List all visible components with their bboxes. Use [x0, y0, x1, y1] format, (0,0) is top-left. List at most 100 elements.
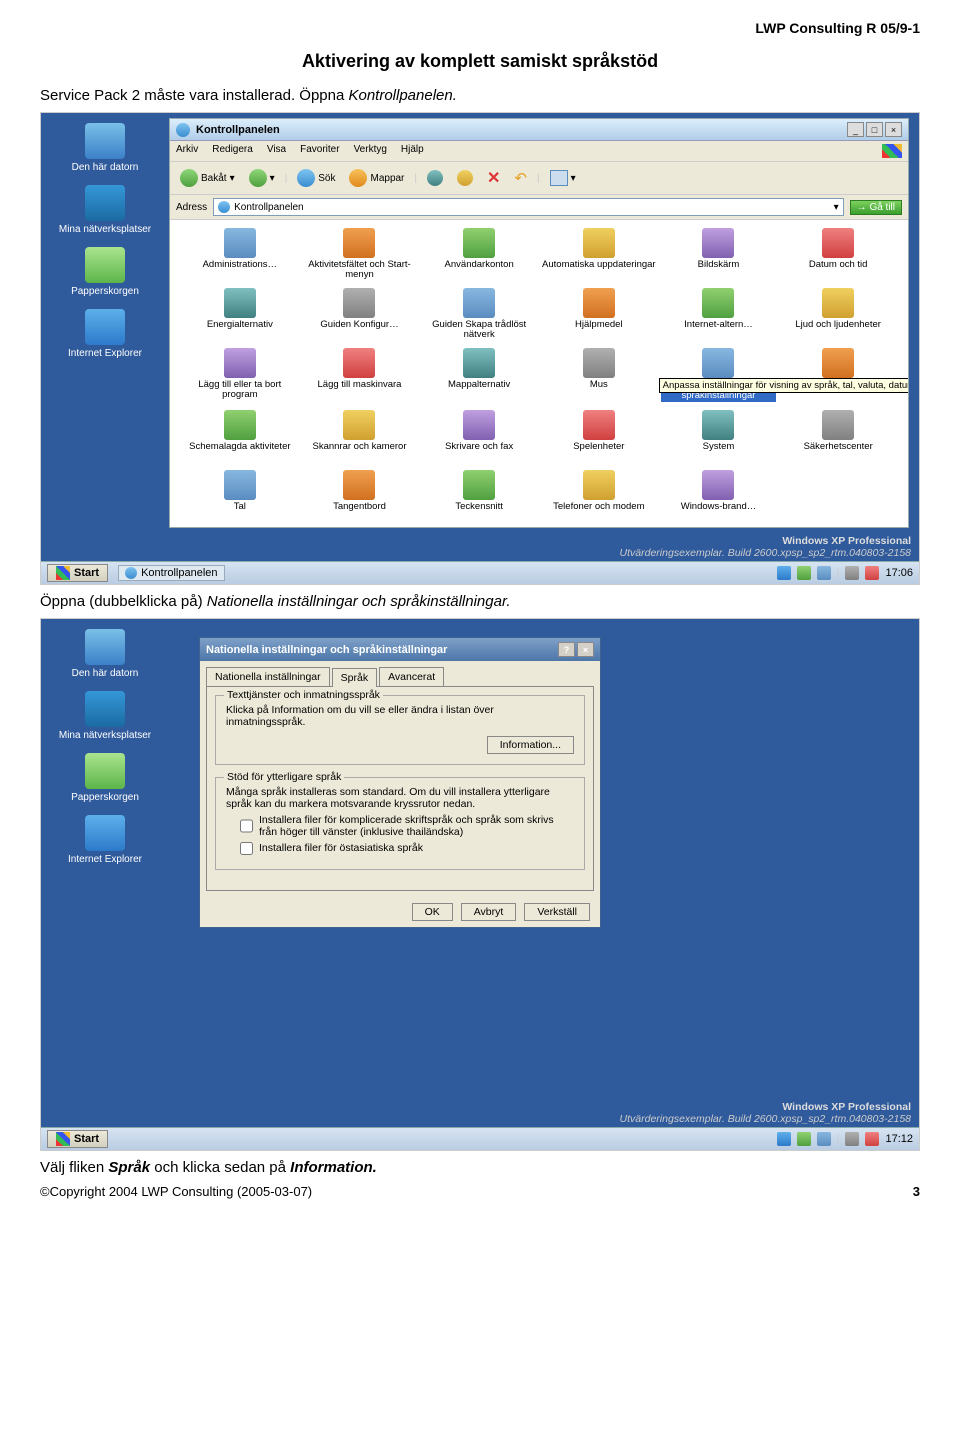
regional-icon	[702, 348, 734, 378]
cp-item[interactable]: Lägg till eller ta bort program	[180, 346, 300, 404]
cp-item[interactable]: Mus	[539, 346, 659, 404]
instruction-1: Service Pack 2 måste vara installerad. Ö…	[40, 87, 920, 104]
tray-ie-icon[interactable]	[777, 566, 791, 580]
cp-item[interactable]: Schemalagda aktiviteter	[180, 408, 300, 464]
cp-item-nationella[interactable]: Nationella inställningar och språkinstäl…	[659, 346, 779, 404]
cp-item[interactable]: Administrations…	[180, 226, 300, 282]
cp-item[interactable]: Datum och tid	[778, 226, 898, 282]
move-icon	[427, 170, 443, 186]
desktop-recycle[interactable]: Papperskorgen	[45, 753, 165, 803]
cp-item[interactable]: Mappalternativ	[419, 346, 539, 404]
desktop-ie[interactable]: Internet Explorer	[45, 309, 165, 359]
help-button[interactable]: ?	[558, 642, 575, 657]
cp-item[interactable]: Säkerhetscenter	[778, 408, 898, 464]
cp-icon	[463, 410, 495, 440]
cp-item[interactable]: Guiden Konfigur…	[300, 286, 420, 342]
cp-item[interactable]: Tangentbord	[300, 468, 420, 524]
apply-button[interactable]: Verkställ	[524, 903, 590, 921]
cp-item[interactable]: Skannrar och kameror	[300, 408, 420, 464]
page-number: 3	[913, 1184, 920, 1199]
undo-button[interactable]: ↶	[510, 167, 531, 189]
menu-hjalp[interactable]: Hjälp	[401, 144, 424, 158]
cp-item[interactable]: System	[659, 408, 779, 464]
folders-button[interactable]: Mappar	[345, 167, 408, 189]
tray-word-icon[interactable]	[817, 1132, 831, 1146]
cp-item[interactable]: Internet-altern…	[659, 286, 779, 342]
cp-item[interactable]: Energialternativ	[180, 286, 300, 342]
cp-item[interactable]: Windows-brand…	[659, 468, 779, 524]
desktop-my-computer[interactable]: Den här datorn	[45, 123, 165, 173]
tray-word-icon[interactable]	[817, 566, 831, 580]
cp-icon	[702, 288, 734, 318]
cp-item[interactable]: Telefoner och modem	[539, 468, 659, 524]
search-button[interactable]: Sök	[293, 167, 339, 189]
tray-shield-icon[interactable]	[865, 566, 879, 580]
cp-item[interactable]: Användarkonton	[419, 226, 539, 282]
go-button[interactable]: → Gå till	[850, 200, 902, 215]
desktop-network[interactable]: Mina nätverksplatser	[45, 691, 165, 741]
tray-icon-2[interactable]	[845, 1132, 859, 1146]
cancel-button[interactable]: Avbryt	[461, 903, 517, 921]
close-button[interactable]: ×	[885, 122, 902, 137]
control-panel-grid: Administrations…Aktivitetsfältet och Sta…	[170, 220, 908, 527]
header-right: LWP Consulting R 05/9-1	[40, 20, 920, 36]
cp-item[interactable]: Ljud och ljudenheter	[778, 286, 898, 342]
cp-item[interactable]: Aktivitetsfältet och Start-menyn	[300, 226, 420, 282]
cp-item[interactable]: Lägg till maskinvara	[300, 346, 420, 404]
taskbar-item[interactable]: Kontrollpanelen	[118, 565, 224, 581]
desktop-recycle[interactable]: Papperskorgen	[45, 247, 165, 297]
cp-icon	[702, 410, 734, 440]
tab-nationella[interactable]: Nationella inställningar	[206, 667, 330, 686]
views-button[interactable]: ▾	[546, 168, 580, 188]
cp-item[interactable]: Teckensnitt	[419, 468, 539, 524]
dialog-tabs: Nationella inställningar Språk Avancerat	[200, 661, 600, 686]
cp-item[interactable]: Tal	[180, 468, 300, 524]
tray-shield-icon[interactable]	[865, 1132, 879, 1146]
window-icon	[176, 123, 190, 137]
information-button[interactable]: Information...	[487, 736, 574, 754]
start-icon	[56, 566, 70, 580]
tab-avancerat[interactable]: Avancerat	[379, 667, 444, 686]
forward-button[interactable]: ▾	[245, 167, 279, 189]
tray-icon-2[interactable]	[845, 566, 859, 580]
desktop-ie[interactable]: Internet Explorer	[45, 815, 165, 865]
desktop-my-computer[interactable]: Den här datorn	[45, 629, 165, 679]
cp-icon	[583, 228, 615, 258]
cp-item[interactable]: Automatiska uppdateringar	[539, 226, 659, 282]
menu-verktyg[interactable]: Verktyg	[354, 144, 387, 158]
move-button[interactable]	[423, 168, 447, 188]
cp-item[interactable]: Spelenheter	[539, 408, 659, 464]
back-button[interactable]: Bakåt▾	[176, 167, 239, 189]
clock: 17:12	[885, 1133, 913, 1145]
cp-item[interactable]: Hjälpmedel	[539, 286, 659, 342]
tray-icon-1[interactable]	[797, 566, 811, 580]
tooltip: Anpassa inställningar för visning av spr…	[659, 378, 908, 393]
cp-item[interactable]: Skrivare och fax	[419, 408, 539, 464]
checkbox-complex[interactable]: Installera filer för komplicerade skrift…	[240, 814, 574, 838]
menu-visa[interactable]: Visa	[267, 144, 286, 158]
start-button[interactable]: Start	[47, 1130, 108, 1148]
address-input[interactable]: Kontrollpanelen ▾	[213, 198, 844, 216]
min-button[interactable]: _	[847, 122, 864, 137]
cp-item[interactable]: Nätverksanslut…	[778, 346, 898, 404]
tray-icon-1[interactable]	[797, 1132, 811, 1146]
cp-item[interactable]: Guiden Skapa trådlöst nätverk	[419, 286, 539, 342]
checkbox-eastasian[interactable]: Installera filer för östasiatiska språk	[240, 842, 574, 855]
menu-arkiv[interactable]: Arkiv	[176, 144, 198, 158]
ok-button[interactable]: OK	[412, 903, 453, 921]
tray-ie-icon[interactable]	[777, 1132, 791, 1146]
cp-icon	[463, 470, 495, 500]
cp-icon	[822, 410, 854, 440]
desktop-network[interactable]: Mina nätverksplatser	[45, 185, 165, 235]
desktop-icons: Den här datorn Mina nätverksplatser Papp…	[41, 113, 169, 533]
menu-redigera[interactable]: Redigera	[212, 144, 253, 158]
tab-sprak[interactable]: Språk	[332, 668, 377, 687]
copy-icon	[457, 170, 473, 186]
max-button[interactable]: □	[866, 122, 883, 137]
delete-button[interactable]: ✕	[483, 166, 504, 190]
start-button[interactable]: Start	[47, 564, 108, 582]
menu-favoriter[interactable]: Favoriter	[300, 144, 339, 158]
cp-item[interactable]: Bildskärm	[659, 226, 779, 282]
copy-button[interactable]	[453, 168, 477, 188]
close-button[interactable]: ×	[577, 642, 594, 657]
